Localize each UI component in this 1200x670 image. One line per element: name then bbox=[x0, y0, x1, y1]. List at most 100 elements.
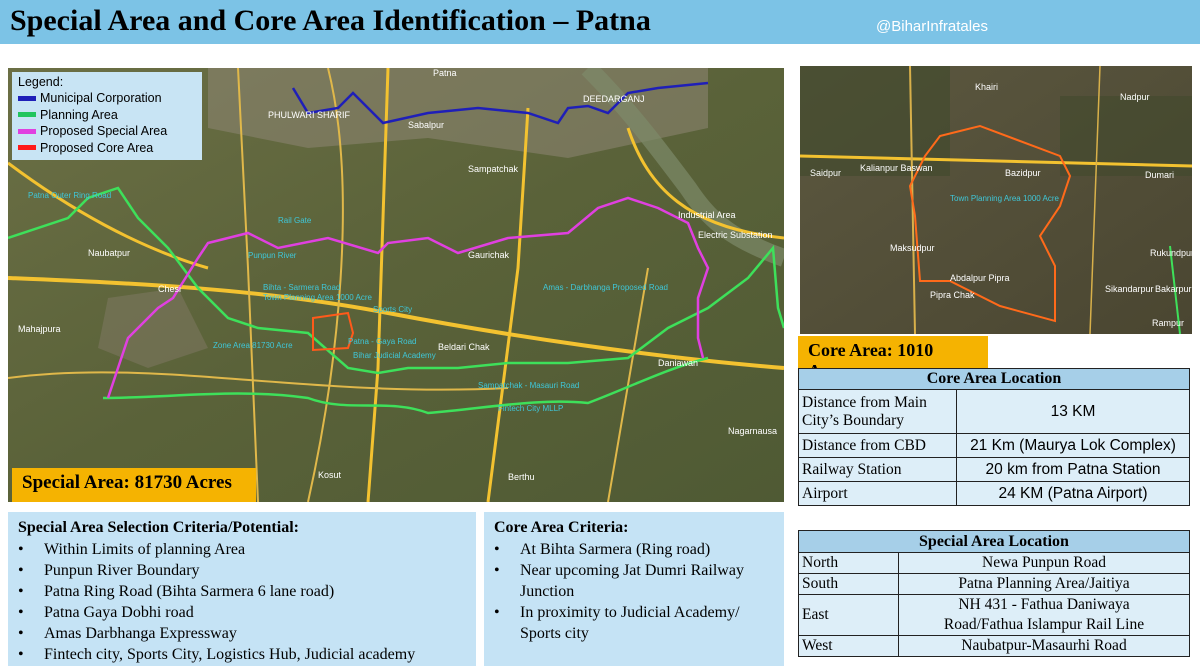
table-row: West Naubatpur-Masaurhi Road bbox=[798, 635, 1190, 657]
table-row: Distance from CBD 21 Km (Maurya Lok Comp… bbox=[798, 433, 1190, 458]
special-area-criteria-box: Special Area Selection Criteria/Potentia… bbox=[8, 512, 476, 666]
table-cell-value: 13 KM bbox=[956, 389, 1190, 434]
table-cell-value: 20 km from Patna Station bbox=[956, 457, 1190, 482]
legend-label: Proposed Special Area bbox=[40, 124, 168, 138]
table-cell-label: Distance from Main City’s Boundary bbox=[798, 389, 957, 434]
map-label: Daniawan bbox=[658, 358, 698, 368]
core-map-label: Rampur bbox=[1152, 318, 1184, 328]
title-bar: Special Area and Core Area Identificatio… bbox=[0, 0, 1200, 44]
list-item: • Patna Gaya Dobhi road bbox=[18, 602, 466, 623]
criteria-title: Core Area Criteria: bbox=[494, 519, 629, 536]
special-area-badge: Special Area: 81730 Acres bbox=[12, 468, 256, 502]
road-label: Bihar Judicial Academy bbox=[353, 351, 436, 360]
core-map-label: Sikandarpur bbox=[1105, 284, 1154, 294]
table-row: East NH 431 - Fathua Daniwaya Road/Fathu… bbox=[798, 594, 1190, 636]
list-item: • In proximity to Judicial Academy/ Sport… bbox=[494, 602, 774, 644]
road-label: Rail Gate bbox=[278, 216, 312, 225]
list-item-text: Within Limits of planning Area bbox=[44, 541, 246, 558]
road-label: Sampatchak - Masauri Road bbox=[478, 381, 579, 390]
bullet: • bbox=[494, 541, 500, 558]
bullet: • bbox=[18, 562, 24, 579]
table-header-row: Special Area Location bbox=[798, 530, 1190, 553]
map-label: Patna bbox=[433, 68, 457, 78]
list-item: • Fintech city, Sports City, Logistics Hu… bbox=[18, 644, 466, 665]
map-label: Sabalpur bbox=[408, 120, 444, 130]
list-item-text: Patna Ring Road (Bihta Sarmera 6 lane ro… bbox=[44, 583, 335, 600]
road-label: Amas - Darbhanga Proposed Road bbox=[543, 283, 668, 292]
core-map-label: Town Planning Area 1000 Acre bbox=[950, 194, 1060, 203]
legend-item-municipal: Municipal Corporation bbox=[18, 90, 196, 107]
table-row: South Patna Planning Area/Jaitiya bbox=[798, 573, 1190, 595]
legend-swatch bbox=[18, 112, 36, 118]
map-label: Sampatchak bbox=[468, 164, 519, 174]
table-row: Airport 24 KM (Patna Airport) bbox=[798, 481, 1190, 506]
bullet: • bbox=[494, 604, 500, 621]
map-label: Industrial Area bbox=[678, 210, 736, 220]
map-label: Electric Substation bbox=[698, 230, 773, 240]
legend-item-special: Proposed Special Area bbox=[18, 123, 196, 140]
table-cell-value: 24 KM (Patna Airport) bbox=[956, 481, 1190, 506]
bullet: • bbox=[18, 583, 24, 600]
core-map-label: Nadpur bbox=[1120, 92, 1150, 102]
list-item-text: Punpun River Boundary bbox=[44, 562, 200, 579]
list-item: • Amas Darbhanga Expressway bbox=[18, 623, 466, 644]
map-label: Gaurichak bbox=[468, 250, 510, 260]
core-map-label: Bakarpur bbox=[1155, 284, 1192, 294]
road-label: Zone Area 81730 Acre bbox=[213, 341, 293, 350]
list-item-text: Amas Darbhanga Expressway bbox=[44, 625, 237, 642]
legend-swatch bbox=[18, 95, 36, 101]
legend-item-planning: Planning Area bbox=[18, 107, 196, 124]
road-label: Bihta - Sarmera Road bbox=[263, 283, 340, 292]
bullet: • bbox=[18, 625, 24, 642]
legend-swatch bbox=[18, 145, 36, 151]
core-map-label: Dumari bbox=[1145, 170, 1174, 180]
road-label: Sports City bbox=[373, 305, 412, 314]
list-item: • Near upcoming Jat Dumri Railway Junctio… bbox=[494, 560, 774, 602]
list-item: • At Bihta Sarmera (Ring road) bbox=[494, 539, 774, 560]
table-title: Core Area Location bbox=[798, 368, 1190, 390]
bullet: • bbox=[18, 541, 24, 558]
table-cell-label: Airport bbox=[798, 481, 957, 506]
table-cell-label: East bbox=[798, 594, 899, 636]
core-map-label: Saidpur bbox=[810, 168, 841, 178]
table-cell-label: South bbox=[798, 573, 899, 595]
core-map-label: Rukundpur bbox=[1150, 248, 1192, 258]
legend-label: Planning Area bbox=[40, 107, 118, 122]
core-area-map: Khairi Nadpur Bazidpur Dumari Kalianpur … bbox=[800, 66, 1192, 334]
core-map-label: Bazidpur bbox=[1005, 168, 1041, 178]
table-cell-value: NH 431 - Fathua Daniwaya Road/Fathua Isl… bbox=[898, 594, 1190, 636]
list-item-text: In proximity to Judicial Academy/ Sports… bbox=[520, 604, 740, 642]
table-cell-label: North bbox=[798, 552, 899, 574]
table-row: Railway Station 20 km from Patna Station bbox=[798, 457, 1190, 482]
table-row: North Newa Punpun Road bbox=[798, 552, 1190, 574]
core-map-label: Khairi bbox=[975, 82, 998, 92]
map-label: Naubatpur bbox=[88, 248, 130, 258]
table-cell-value: 21 Km (Maurya Lok Complex) bbox=[956, 433, 1190, 458]
table-title: Special Area Location bbox=[798, 530, 1190, 553]
table-cell-value: Newa Punpun Road bbox=[898, 552, 1190, 574]
legend-title: Legend: bbox=[18, 75, 64, 89]
bullet: • bbox=[18, 646, 24, 663]
list-item: • Punpun River Boundary bbox=[18, 560, 466, 581]
core-map-label: Abdalpur Pipra bbox=[950, 273, 1010, 283]
core-map-label: Kalianpur Baswan bbox=[860, 163, 933, 173]
map-label: Kosut bbox=[318, 470, 342, 480]
list-item-text: Fintech city, Sports City, Logistics Hub… bbox=[44, 646, 416, 663]
road-label: Punpun River bbox=[248, 251, 297, 260]
road-label: Town Planning Area 1000 Acre bbox=[263, 293, 373, 302]
author-handle: @BiharInfratales bbox=[876, 18, 988, 35]
special-area-location-table: Special Area Location North Newa Punpun … bbox=[798, 530, 1190, 657]
table-cell-value: Naubatpur-Masaurhi Road bbox=[898, 635, 1190, 657]
table-row: Distance from Main City’s Boundary 13 KM bbox=[798, 389, 1190, 434]
bullet: • bbox=[18, 604, 24, 621]
criteria-title: Special Area Selection Criteria/Potentia… bbox=[18, 519, 299, 536]
table-header-row: Core Area Location bbox=[798, 368, 1190, 390]
list-item-text: Patna Gaya Dobhi road bbox=[44, 604, 194, 621]
legend-label: Proposed Core Area bbox=[40, 140, 154, 155]
table-cell-value: Patna Planning Area/Jaitiya bbox=[898, 573, 1190, 595]
list-item-text: At Bihta Sarmera (Ring road) bbox=[520, 541, 711, 558]
map-label: DEEDARGANJ bbox=[583, 94, 645, 104]
map-label: Nagarnausa bbox=[728, 426, 777, 436]
map-label: Beldari Chak bbox=[438, 342, 490, 352]
map-label: Mahajpura bbox=[18, 324, 61, 334]
